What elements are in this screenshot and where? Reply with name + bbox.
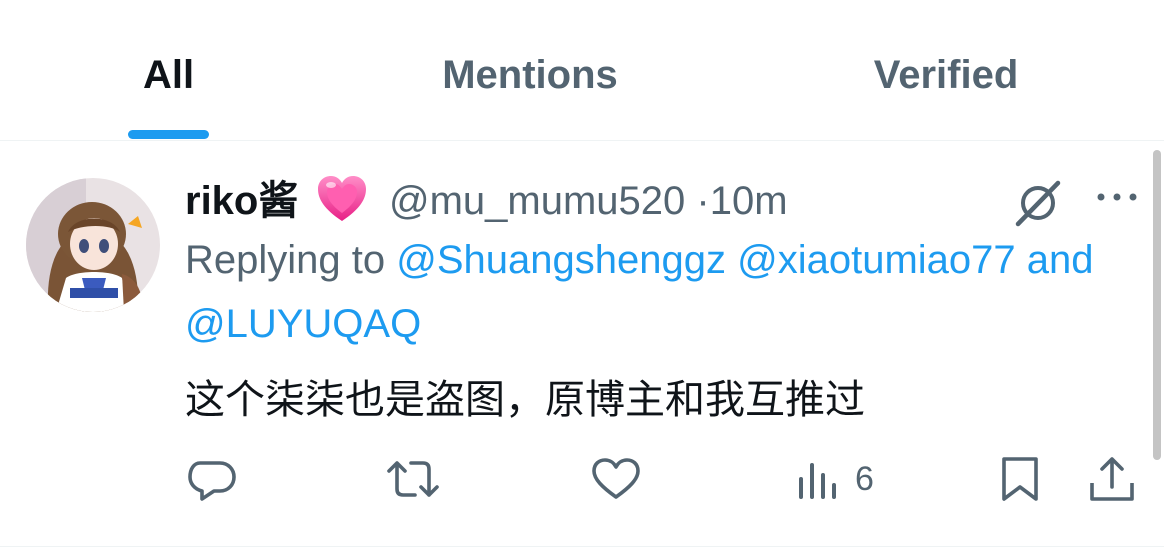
avatar-image bbox=[26, 178, 160, 312]
retweet-button[interactable] bbox=[385, 451, 441, 507]
tab-mentions[interactable]: Mentions bbox=[419, 48, 641, 102]
tab-verified[interactable]: Verified bbox=[851, 48, 1041, 102]
like-button[interactable] bbox=[588, 451, 644, 507]
mention-link[interactable]: @Shuangshenggz bbox=[396, 238, 726, 282]
mention-joiner: and bbox=[1026, 238, 1094, 282]
reply-button[interactable] bbox=[184, 451, 240, 507]
scrollbar[interactable] bbox=[1153, 150, 1161, 460]
heart-icon bbox=[592, 458, 640, 499]
tab-all[interactable]: All bbox=[128, 48, 209, 102]
handle-and-time: @mu_mumu520 ·10m bbox=[389, 174, 788, 228]
grok-icon[interactable] bbox=[1012, 177, 1064, 229]
more-icon[interactable] bbox=[1093, 181, 1141, 213]
reply-icon bbox=[188, 461, 236, 501]
views-button[interactable] bbox=[792, 451, 848, 507]
tweet-text: 这个柒柒也是盗图，原博主和我互推过 bbox=[185, 378, 865, 422]
avatar[interactable] bbox=[26, 178, 160, 312]
tweet[interactable]: riko酱 @mu_mumu520 ·10m Replying to @Shua… bbox=[0, 141, 1164, 546]
tab-bar: All Mentions Verified bbox=[0, 0, 1164, 140]
active-tab-indicator bbox=[128, 130, 209, 139]
mention-link[interactable]: @xiaotumiao77 bbox=[737, 238, 1016, 282]
bookmark-button[interactable] bbox=[992, 451, 1048, 507]
display-name[interactable]: riko酱 bbox=[185, 174, 298, 228]
replying-prefix: Replying to bbox=[185, 238, 386, 282]
views-count: 6 bbox=[855, 460, 874, 498]
time-separator: · bbox=[696, 179, 710, 223]
pink-heart-emoji bbox=[318, 176, 366, 221]
timestamp[interactable]: 10m bbox=[710, 179, 788, 223]
share-icon bbox=[1090, 457, 1134, 501]
replying-to: Replying to @Shuangshenggz @xiaotumiao77… bbox=[185, 228, 1125, 356]
retweet-icon bbox=[387, 461, 439, 497]
mention-link[interactable]: @LUYUQAQ bbox=[185, 302, 421, 346]
user-handle[interactable]: @mu_mumu520 bbox=[389, 179, 685, 223]
bookmark-icon bbox=[1002, 457, 1038, 501]
share-button[interactable] bbox=[1084, 451, 1140, 507]
views-icon bbox=[799, 463, 836, 499]
divider bbox=[0, 546, 1164, 547]
